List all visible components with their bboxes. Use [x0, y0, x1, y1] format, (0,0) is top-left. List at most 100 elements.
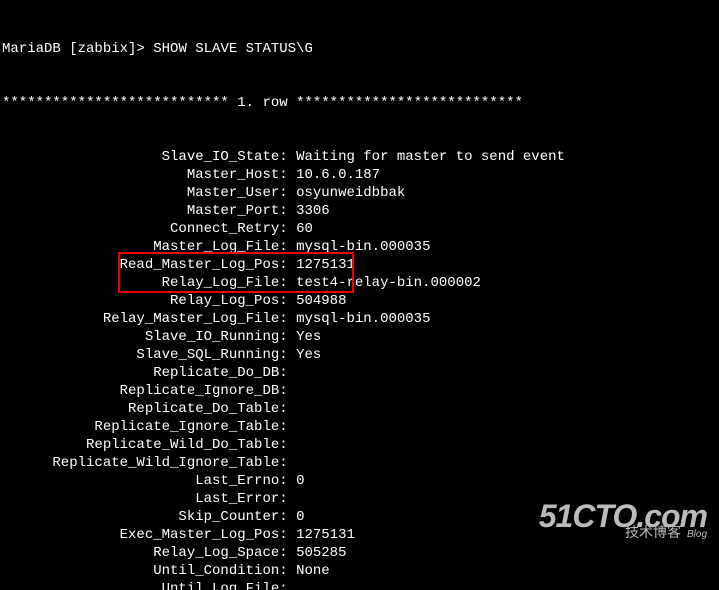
field-value: osyunweidbbak [296, 184, 405, 202]
status-row: Replicate_Ignore_Table: [2, 418, 717, 436]
status-row: Connect_Retry: 60 [2, 220, 717, 238]
status-row: Replicate_Wild_Do_Table: [2, 436, 717, 454]
field-label: Replicate_Do_Table [2, 400, 279, 418]
field-value: 3306 [296, 202, 330, 220]
field-separator: : [279, 472, 296, 490]
status-row: Master_User: osyunweidbbak [2, 184, 717, 202]
field-label: Relay_Master_Log_File [2, 310, 279, 328]
field-value: test4-relay-bin.000002 [296, 274, 481, 292]
field-label: Connect_Retry [2, 220, 279, 238]
status-row: Slave_SQL_Running: Yes [2, 346, 717, 364]
command-line: MariaDB [zabbix]> SHOW SLAVE STATUS\G [2, 40, 717, 58]
field-label: Replicate_Do_DB [2, 364, 279, 382]
field-separator: : [279, 454, 296, 472]
row-header-mid: 1. row [237, 94, 287, 112]
field-label: Slave_IO_Running [2, 328, 279, 346]
field-separator: : [279, 292, 296, 310]
status-row: Replicate_Ignore_DB: [2, 382, 717, 400]
status-row: Skip_Counter: 0 [2, 508, 717, 526]
field-label: Master_Log_File [2, 238, 279, 256]
field-value: Yes [296, 328, 321, 346]
field-separator: : [279, 328, 296, 346]
field-separator: : [279, 256, 296, 274]
field-label: Until_Condition [2, 562, 279, 580]
status-row: Replicate_Do_DB: [2, 364, 717, 382]
status-row: Relay_Log_File: test4-relay-bin.000002 [2, 274, 717, 292]
status-row: Slave_IO_State: Waiting for master to se… [2, 148, 717, 166]
field-label: Replicate_Ignore_DB [2, 382, 279, 400]
field-value: 504988 [296, 292, 346, 310]
field-value: mysql-bin.000035 [296, 238, 430, 256]
field-value: 60 [296, 220, 313, 238]
field-separator: : [279, 490, 296, 508]
field-separator: : [279, 166, 296, 184]
status-fields: Slave_IO_State: Waiting for master to se… [2, 148, 717, 590]
field-value: 1275131 [296, 256, 355, 274]
field-label: Slave_SQL_Running [2, 346, 279, 364]
field-value: 0 [296, 472, 304, 490]
field-separator: : [279, 382, 296, 400]
status-row: Exec_Master_Log_Pos: 1275131 [2, 526, 717, 544]
field-separator: : [279, 508, 296, 526]
status-row: Master_Port: 3306 [2, 202, 717, 220]
sql-prompt: MariaDB [zabbix]> [2, 40, 153, 58]
field-label: Replicate_Ignore_Table [2, 418, 279, 436]
field-value: Yes [296, 346, 321, 364]
field-label: Relay_Log_Space [2, 544, 279, 562]
field-label: Read_Master_Log_Pos [2, 256, 279, 274]
field-separator: : [279, 148, 296, 166]
field-separator: : [279, 580, 296, 590]
field-separator: : [279, 220, 296, 238]
field-separator: : [279, 274, 296, 292]
field-separator: : [279, 238, 296, 256]
terminal-output: MariaDB [zabbix]> SHOW SLAVE STATUS\G **… [0, 0, 719, 590]
field-label: Master_Port [2, 202, 279, 220]
field-separator: : [279, 364, 296, 382]
field-value: mysql-bin.000035 [296, 310, 430, 328]
field-value: 0 [296, 508, 304, 526]
status-row: Master_Log_File: mysql-bin.000035 [2, 238, 717, 256]
status-row: Until_Condition: None [2, 562, 717, 580]
status-row: Relay_Log_Pos: 504988 [2, 292, 717, 310]
field-label: Until_Log_File [2, 580, 279, 590]
status-row: Relay_Log_Space: 505285 [2, 544, 717, 562]
field-separator: : [279, 562, 296, 580]
field-separator: : [279, 418, 296, 436]
status-row: Last_Errno: 0 [2, 472, 717, 490]
field-separator: : [279, 544, 296, 562]
field-label: Master_User [2, 184, 279, 202]
field-separator: : [279, 310, 296, 328]
field-separator: : [279, 346, 296, 364]
field-separator: : [279, 436, 296, 454]
field-value: None [296, 562, 330, 580]
field-label: Replicate_Wild_Ignore_Table [2, 454, 279, 472]
status-row: Relay_Master_Log_File: mysql-bin.000035 [2, 310, 717, 328]
status-row: Read_Master_Log_Pos: 1275131 [2, 256, 717, 274]
status-row: Replicate_Do_Table: [2, 400, 717, 418]
field-label: Relay_Log_File [2, 274, 279, 292]
field-separator: : [279, 400, 296, 418]
row-header-left: *************************** [2, 94, 237, 112]
field-label: Exec_Master_Log_Pos [2, 526, 279, 544]
field-separator: : [279, 202, 296, 220]
field-value: Waiting for master to send event [296, 148, 565, 166]
field-value: 505285 [296, 544, 346, 562]
status-row: Last_Error: [2, 490, 717, 508]
status-row: Master_Host: 10.6.0.187 [2, 166, 717, 184]
field-label: Master_Host [2, 166, 279, 184]
field-label: Replicate_Wild_Do_Table [2, 436, 279, 454]
field-label: Last_Error [2, 490, 279, 508]
field-label: Relay_Log_Pos [2, 292, 279, 310]
row-header: *************************** 1. row *****… [2, 94, 717, 112]
field-label: Last_Errno [2, 472, 279, 490]
field-value: 10.6.0.187 [296, 166, 380, 184]
status-row: Until_Log_File: [2, 580, 717, 590]
field-label: Skip_Counter [2, 508, 279, 526]
field-separator: : [279, 184, 296, 202]
row-header-right: *************************** [288, 94, 523, 112]
sql-command: SHOW SLAVE STATUS\G [153, 40, 313, 58]
status-row: Replicate_Wild_Ignore_Table: [2, 454, 717, 472]
field-value: 1275131 [296, 526, 355, 544]
field-separator: : [279, 526, 296, 544]
status-row: Slave_IO_Running: Yes [2, 328, 717, 346]
